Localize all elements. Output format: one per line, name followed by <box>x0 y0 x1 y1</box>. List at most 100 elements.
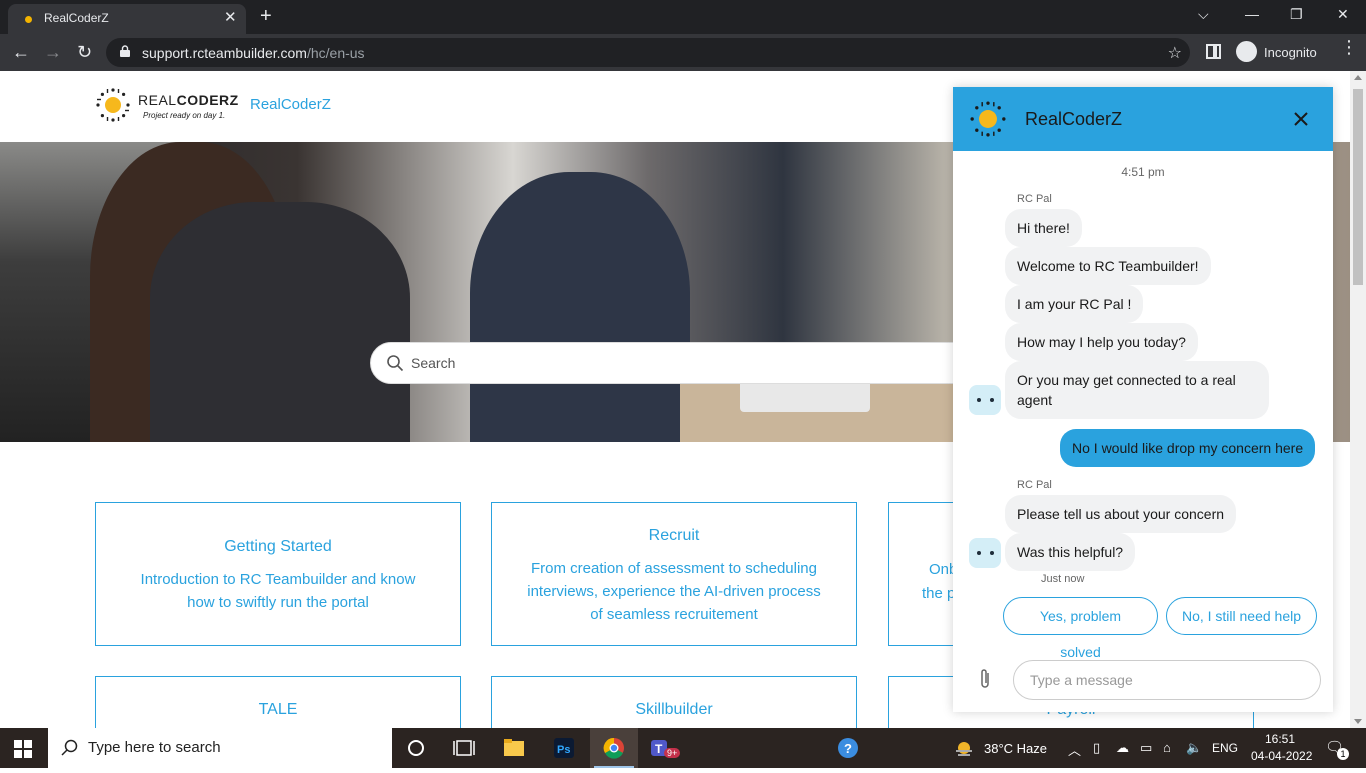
new-tab-icon[interactable]: + <box>260 4 272 28</box>
page-scrollbar[interactable] <box>1350 71 1366 728</box>
incognito-icon[interactable] <box>1236 41 1257 62</box>
svg-text:Ps: Ps <box>557 744 570 756</box>
chat-header: RealCoderZ <box>953 87 1333 151</box>
clock-time[interactable]: 16:51 <box>1265 732 1295 746</box>
attachment-icon[interactable] <box>977 667 993 691</box>
forward-icon[interactable]: → <box>44 40 62 64</box>
category-card[interactable]: TALE <box>95 676 461 728</box>
card-description: Introduction to RC Teambuilder and know … <box>140 571 416 611</box>
weather-icon[interactable] <box>954 739 974 757</box>
tray-device-icon[interactable]: ▯ <box>1093 740 1100 756</box>
logo-wordmark: REALCODERZ <box>138 92 239 108</box>
svg-text:T: T <box>655 742 663 756</box>
taskbar-search-icon <box>61 739 78 756</box>
help-icon[interactable]: ? <box>824 728 872 768</box>
browser-toolbar: ← → ↻ support.rcteambuilder.com/hc/en-us… <box>0 34 1366 71</box>
bot-avatar-icon <box>969 538 1001 568</box>
file-explorer-icon[interactable] <box>490 728 538 768</box>
svg-text:?: ? <box>844 741 852 756</box>
sender-name: RC Pal <box>1017 193 1052 205</box>
teams-icon[interactable]: T 9+ <box>638 728 686 768</box>
network-icon[interactable]: ⌂ <box>1163 740 1171 755</box>
category-card[interactable]: Skillbuilder <box>491 676 857 728</box>
card-title: Recruit <box>648 527 700 544</box>
browser-menu-icon[interactable]: ⋮ <box>1340 38 1358 56</box>
weather-text[interactable]: 38°C Haze <box>984 741 1047 756</box>
battery-icon[interactable]: ▭ <box>1140 740 1152 756</box>
bot-message: I am your RC Pal ! <box>1005 285 1144 323</box>
url-domain: support.rcteambuilder.com <box>142 45 307 61</box>
url-path: /hc/en-us <box>306 45 365 61</box>
card-title: Skillbuilder <box>635 701 713 718</box>
brand-link[interactable]: RealCoderZ <box>250 96 331 113</box>
message-input[interactable] <box>1013 660 1321 700</box>
bot-message: Was this helpful? <box>1005 533 1136 571</box>
windows-start-icon[interactable] <box>14 740 32 758</box>
reload-icon[interactable]: ↻ <box>77 40 92 64</box>
taskbar-search-placeholder: Type here to search <box>88 739 221 756</box>
scroll-thumb[interactable] <box>1353 89 1363 285</box>
card-title: TALE <box>258 701 298 718</box>
logo-word-bold: CODERZ <box>176 92 239 108</box>
notification-count: 1 <box>1337 748 1349 760</box>
message-status: Just now <box>1041 573 1085 585</box>
back-icon[interactable]: ← <box>12 40 30 64</box>
scroll-down-arrow-icon[interactable] <box>1354 719 1362 724</box>
bot-message: Hi there! <box>1005 209 1082 247</box>
bot-message: Or you may get connected to a real agent <box>1005 361 1269 419</box>
category-card[interactable]: Recruit From creation of assessment to s… <box>491 502 857 646</box>
clock-date[interactable]: 04-04-2022 <box>1251 749 1312 763</box>
card-title: Getting Started <box>224 538 332 555</box>
tab-favicon-icon <box>25 16 32 23</box>
sender-name: RC Pal <box>1017 479 1052 491</box>
side-panel-icon[interactable] <box>1206 44 1221 59</box>
tab-search-chevron-icon[interactable]: ⌵ <box>1198 6 1209 23</box>
browser-tab-bar: RealCoderZ ✕ + ⌵ — ❐ ✕ <box>0 0 1366 34</box>
tray-chevron-icon[interactable]: ︿ <box>1068 740 1081 759</box>
task-view-icon[interactable] <box>440 728 488 768</box>
category-card[interactable]: Getting Started Introduction to RC Teamb… <box>95 502 461 646</box>
quick-reply-yes-button[interactable]: Yes, problem solved <box>1003 597 1158 660</box>
bot-message: Please tell us about your concern <box>1005 495 1237 533</box>
incognito-label[interactable]: Incognito <box>1264 45 1317 60</box>
chat-title: RealCoderZ <box>1025 109 1123 129</box>
teams-badge: 9+ <box>664 748 681 758</box>
logo-word-light: REAL <box>138 92 177 108</box>
bot-message: How may I help you today? <box>1005 323 1198 361</box>
logo-tagline: Project ready on day 1. <box>143 111 226 120</box>
search-icon <box>387 355 404 372</box>
hero-photo-person <box>470 172 690 442</box>
hero-photo-jacket <box>150 202 410 442</box>
cloud-icon[interactable]: ☁ <box>1116 740 1129 756</box>
user-message: No I would like drop my concern here <box>1060 429 1316 467</box>
help-center-search[interactable] <box>370 342 1010 384</box>
url-text: support.rcteambuilder.com/hc/en-us <box>142 45 365 61</box>
photoshop-icon[interactable]: Ps <box>540 728 588 768</box>
taskbar-search[interactable]: Type here to search <box>48 728 392 768</box>
quick-reply-no-button[interactable]: No, I still need help <box>1166 597 1317 635</box>
close-tab-icon[interactable]: ✕ <box>224 8 237 26</box>
realcoderz-logo-icon[interactable] <box>95 87 131 123</box>
lock-icon <box>120 45 130 57</box>
tab-title: RealCoderZ <box>44 11 109 25</box>
windows-taskbar: Type here to search Ps T 9+ ? 38°C Haze … <box>0 728 1366 768</box>
volume-icon[interactable]: 🔈 <box>1186 740 1202 756</box>
card-description: From creation of assessment to schedulin… <box>527 560 821 623</box>
scroll-up-arrow-icon[interactable] <box>1354 75 1362 80</box>
chat-widget: RealCoderZ 4:51 pm RC Pal Hi there! Welc… <box>953 87 1333 712</box>
search-input[interactable] <box>411 343 991 383</box>
chat-logo-icon <box>970 101 1006 137</box>
language-indicator[interactable]: ENG <box>1212 741 1238 755</box>
minimize-icon[interactable]: — <box>1245 6 1259 22</box>
chat-timestamp: 4:51 pm <box>1121 165 1165 179</box>
bot-avatar-icon <box>969 385 1001 415</box>
bot-message: Welcome to RC Teambuilder! <box>1005 247 1211 285</box>
close-window-icon[interactable]: ✕ <box>1337 6 1349 23</box>
browser-tab[interactable]: RealCoderZ ✕ <box>8 4 246 34</box>
chrome-taskbar-icon[interactable] <box>590 728 638 768</box>
close-chat-icon[interactable] <box>1291 109 1311 129</box>
bookmark-star-icon[interactable]: ☆ <box>1168 43 1182 63</box>
cortana-icon[interactable] <box>392 728 440 768</box>
restore-icon[interactable]: ❐ <box>1290 6 1303 23</box>
address-bar[interactable]: support.rcteambuilder.com/hc/en-us ☆ <box>106 38 1190 67</box>
